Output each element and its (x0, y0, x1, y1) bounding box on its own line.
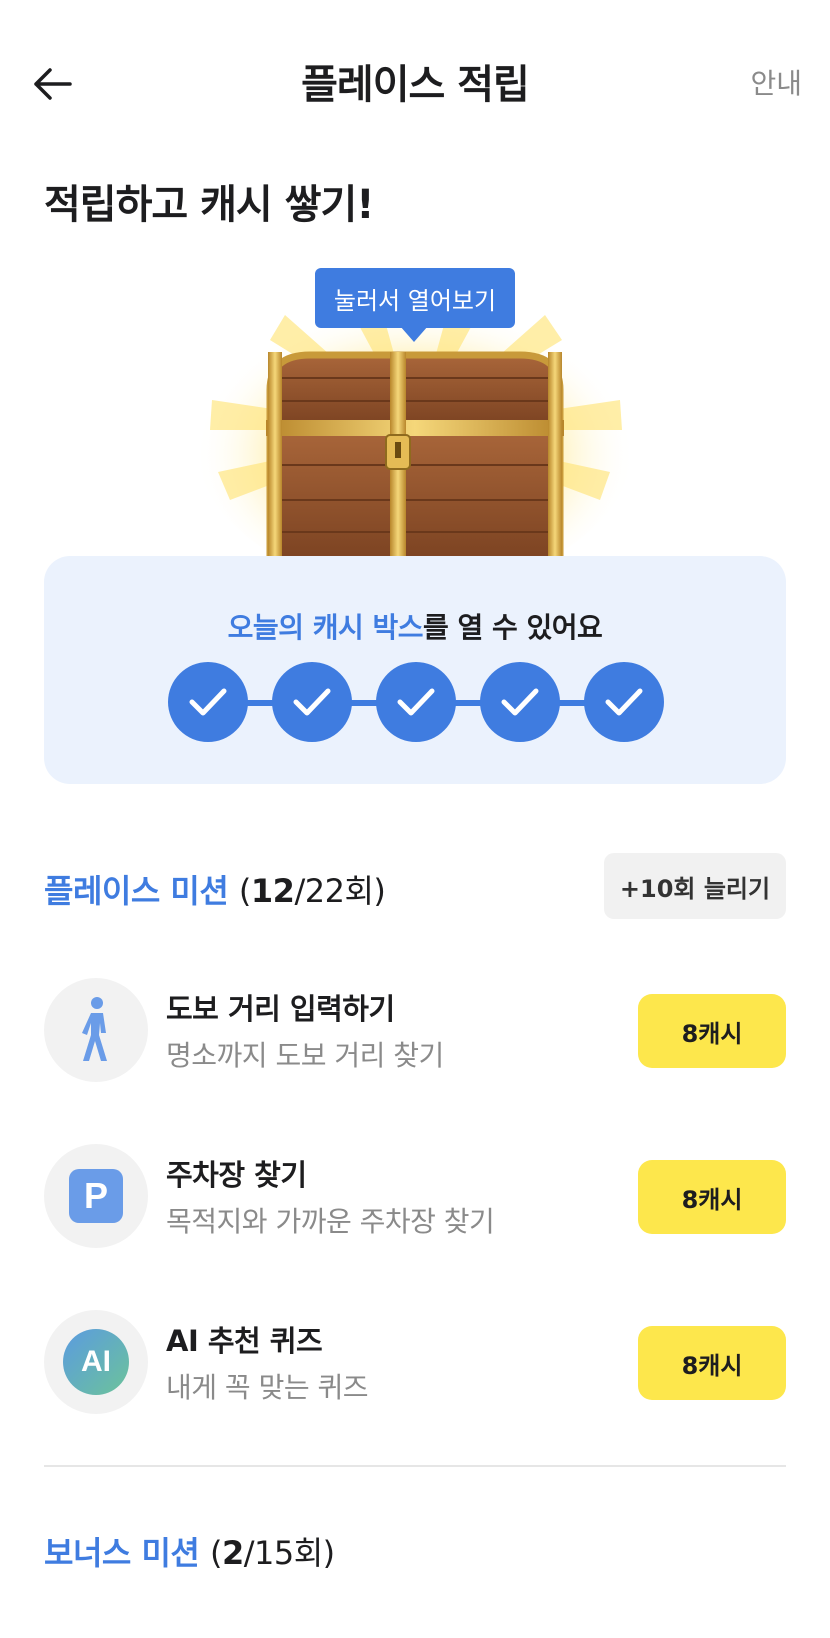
mission-desc: 목적지와 가까운 주차장 찾기 (166, 1205, 495, 1238)
count-total: /15회) (243, 1534, 335, 1572)
tooltip-tail (400, 326, 428, 342)
cash-box-progress (168, 662, 664, 742)
count-done: 2 (221, 1534, 244, 1572)
mission-reward-button[interactable]: 8캐시 (638, 1326, 786, 1400)
header: 플레이스 적립 안내 (0, 0, 830, 165)
page-subtitle: 적립하고 캐시 쌓기! (44, 182, 374, 228)
mission-title: 도보 거리 입력하기 (166, 992, 395, 1026)
check-icon (501, 688, 539, 716)
place-mission-label: 플레이스 미션 (44, 872, 229, 910)
mission-icon-container: AI (44, 1310, 148, 1414)
open-chest-tooltip[interactable]: 눌러서 열어보기 (315, 268, 515, 328)
count-open: ( (238, 872, 251, 910)
mission-icon-container: P (44, 1144, 148, 1248)
mission-reward-button[interactable]: 8캐시 (638, 1160, 786, 1234)
bonus-mission-count: (2/15회) (210, 1534, 335, 1572)
progress-step-2 (272, 662, 352, 742)
place-mission-count: (12/22회) (238, 872, 386, 910)
cash-box-rest: 를 열 수 있어요 (423, 611, 603, 644)
progress-step-3 (376, 662, 456, 742)
place-mission-title: 플레이스 미션 (12/22회) (44, 866, 386, 912)
info-link[interactable]: 안내 (750, 62, 802, 102)
mission-item-parking[interactable]: P 주차장 찾기 목적지와 가까운 주차장 찾기 8캐시 (44, 1144, 786, 1248)
extend-missions-button[interactable]: +10회 늘리기 (604, 853, 786, 919)
count-total: /22회) (294, 872, 386, 910)
bonus-mission-title: 보너스 미션 (2/15회) (44, 1528, 335, 1574)
mission-reward-button[interactable]: 8캐시 (638, 994, 786, 1068)
cash-box-highlight: 오늘의 캐시 박스 (227, 611, 424, 644)
section-divider (44, 1465, 786, 1467)
ai-icon: AI (63, 1329, 129, 1395)
check-icon (189, 688, 227, 716)
mission-icon-container (44, 978, 148, 1082)
check-icon (397, 688, 435, 716)
walking-person-icon (82, 997, 107, 1061)
count-done: 12 (250, 872, 295, 910)
count-open: ( (209, 1534, 222, 1572)
cash-box-message: 오늘의 캐시 박스를 열 수 있어요 (44, 606, 786, 646)
cash-box-card: 오늘의 캐시 박스를 열 수 있어요 (44, 556, 786, 784)
progress-step-5 (584, 662, 664, 742)
mission-title: 주차장 찾기 (166, 1158, 307, 1192)
mission-desc: 명소까지 도보 거리 찾기 (166, 1039, 444, 1072)
check-icon (605, 688, 643, 716)
progress-step-1 (168, 662, 248, 742)
bonus-mission-label: 보너스 미션 (44, 1534, 200, 1572)
parking-icon: P (69, 1169, 123, 1223)
page-title: 플레이스 적립 (301, 62, 530, 108)
mission-item-walking[interactable]: 도보 거리 입력하기 명소까지 도보 거리 찾기 8캐시 (44, 978, 786, 1082)
mission-title: AI 추천 퀴즈 (166, 1324, 323, 1358)
progress-step-4 (480, 662, 560, 742)
mission-desc: 내게 꼭 맞는 퀴즈 (166, 1371, 369, 1404)
mission-item-ai-quiz[interactable]: AI AI 추천 퀴즈 내게 꼭 맞는 퀴즈 8캐시 (44, 1310, 786, 1414)
check-icon (293, 688, 331, 716)
